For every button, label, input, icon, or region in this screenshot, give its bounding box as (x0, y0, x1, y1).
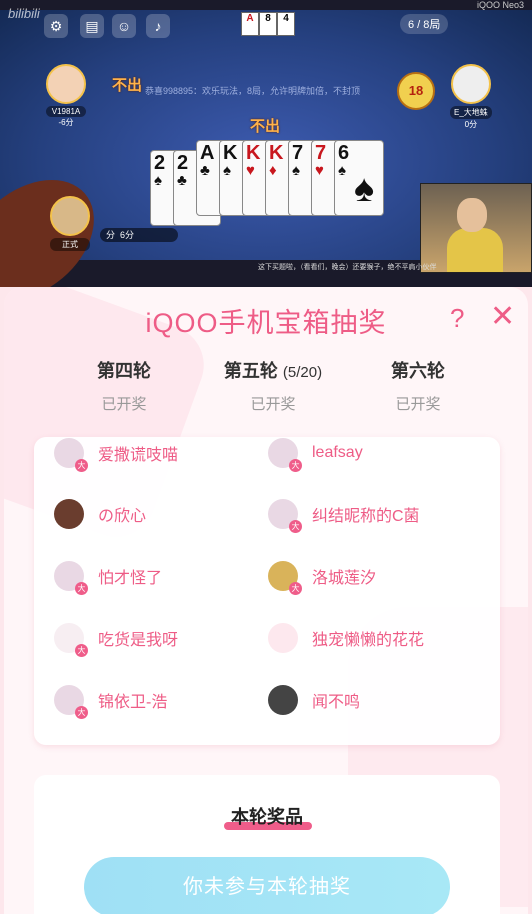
winner-name: 独宠懒懒的花花 (312, 632, 425, 649)
prize-section: 本轮奖品 你未参与本轮抽奖 (34, 775, 500, 914)
tab-label: 第六轮 (391, 361, 445, 381)
avatar (268, 623, 298, 653)
avatar: 大 (268, 561, 302, 595)
left-player: V1981A -6分 (46, 64, 86, 128)
streamer-head (457, 198, 487, 232)
not-participated-button[interactable]: 你未参与本轮抽奖 (84, 857, 450, 914)
spade-icon: ♠ (354, 168, 375, 210)
mini-card: 4 (277, 12, 295, 36)
avatar (268, 685, 298, 715)
winner-name: 洛城莲汐 (312, 570, 377, 587)
player-name: 正式 (50, 238, 90, 251)
list-item: 闻不鸣 (268, 682, 360, 718)
winner-name: の欣心 (98, 508, 147, 525)
avatar (450, 64, 491, 104)
winner-name: 锦依卫-浩 (98, 694, 168, 711)
list-item: 大怕才怪了 (54, 558, 163, 595)
avatar (50, 196, 90, 236)
list-item: の欣心 (54, 496, 146, 532)
pass-label: 不出 (112, 77, 143, 94)
winner-name: 吃货是我呀 (98, 632, 179, 649)
live-video-area: bilibili iQOO Neo3 ⚙ ▤ ☺ ♪ A 8 4 6 / 8局 … (0, 0, 532, 287)
winner-name: 爱撒谎吱喵 (98, 447, 179, 464)
pass-label: 不出 (250, 118, 281, 135)
list-item: 大爱撒谎吱喵 (54, 437, 179, 472)
list-item: 大洛城莲汐 (268, 558, 377, 595)
tab-status: 已开奖 (250, 396, 296, 413)
winner-name: 闻不鸣 (312, 694, 361, 711)
bottom-player: 正式 (50, 196, 90, 251)
tab-round-4[interactable]: 第四轮 已开奖 (64, 357, 184, 414)
help-icon[interactable]: ? (450, 303, 464, 334)
list-item: 大吃货是我呀 (54, 620, 179, 657)
tab-status: 已开奖 (395, 396, 441, 413)
lottery-panel: iQOO手机宝箱抽奖 ? ✕ 第四轮 已开奖 第五轮 (5/20) 已开奖 第六… (4, 287, 528, 914)
streamer-body (447, 228, 503, 272)
scroll-notice: 恭喜998895：欢乐玩法，8局，允许明牌加倍，不封顶 (145, 86, 361, 96)
tab-round-6[interactable]: 第六轮 已开奖 (358, 357, 478, 414)
avatar: 大 (268, 438, 302, 472)
settings-icon[interactable]: ⚙ (44, 14, 68, 38)
tab-round-5[interactable]: 第五轮 (5/20) 已开奖 (209, 357, 337, 414)
voice-icon[interactable]: ♪ (146, 14, 170, 38)
avatar (54, 499, 84, 529)
mini-card: 8 (259, 12, 277, 36)
list-item: 独宠懒懒的花花 (268, 620, 424, 656)
avatar: 大 (54, 561, 88, 595)
player-score: -6分 (58, 118, 74, 127)
clock-timer: 18 (397, 72, 435, 110)
mini-card: A (241, 12, 259, 36)
player-name: E_大地蛛 (450, 106, 492, 119)
right-player: E_大地蛛 0分 (450, 64, 492, 130)
list-item: 大锦依卫-浩 (54, 682, 168, 719)
prize-title: 本轮奖品 (231, 807, 303, 827)
player-name: V1981A (46, 106, 86, 117)
tab-label: 第四轮 (97, 361, 151, 381)
score-bar: 分 6分 (100, 228, 178, 242)
winner-list[interactable]: 大爱撒谎吱喵 大 leafsay の欣心 大纠结昵称的C菌 大怕才怪了 大洛城莲汐… (34, 437, 500, 745)
winner-name: 纠结昵称的C菌 (312, 508, 420, 525)
brand-watermark: iQOO Neo3 (476, 0, 524, 10)
avatar: 大 (268, 499, 302, 533)
avatar: 大 (54, 623, 88, 657)
winner-name: 怕才怪了 (98, 570, 163, 587)
winner-name: leafsay (312, 444, 363, 461)
menu-icon[interactable]: ▤ (80, 14, 104, 38)
watermark-logo: bilibili (8, 6, 40, 21)
player-score: 0分 (464, 120, 478, 129)
tab-label: 第五轮 (223, 361, 278, 381)
avatar: 大 (54, 685, 88, 719)
avatar: 大 (54, 438, 88, 472)
close-icon[interactable]: ✕ (490, 299, 515, 334)
list-item: 大纠结昵称的C菌 (268, 496, 420, 533)
streamer-camera (420, 183, 532, 273)
friends-icon[interactable]: ☺ (112, 14, 136, 38)
round-counter: 6 / 8局 (400, 14, 449, 34)
video-subtitle: 这下买题啦，（看看们，晚会）还要猴子，绝不平肩小伙伴 (258, 264, 437, 271)
tab-progress: (5/20) (282, 364, 323, 381)
avatar (46, 64, 86, 104)
tab-status: 已开奖 (101, 396, 147, 413)
list-item: 大 leafsay (268, 437, 363, 472)
